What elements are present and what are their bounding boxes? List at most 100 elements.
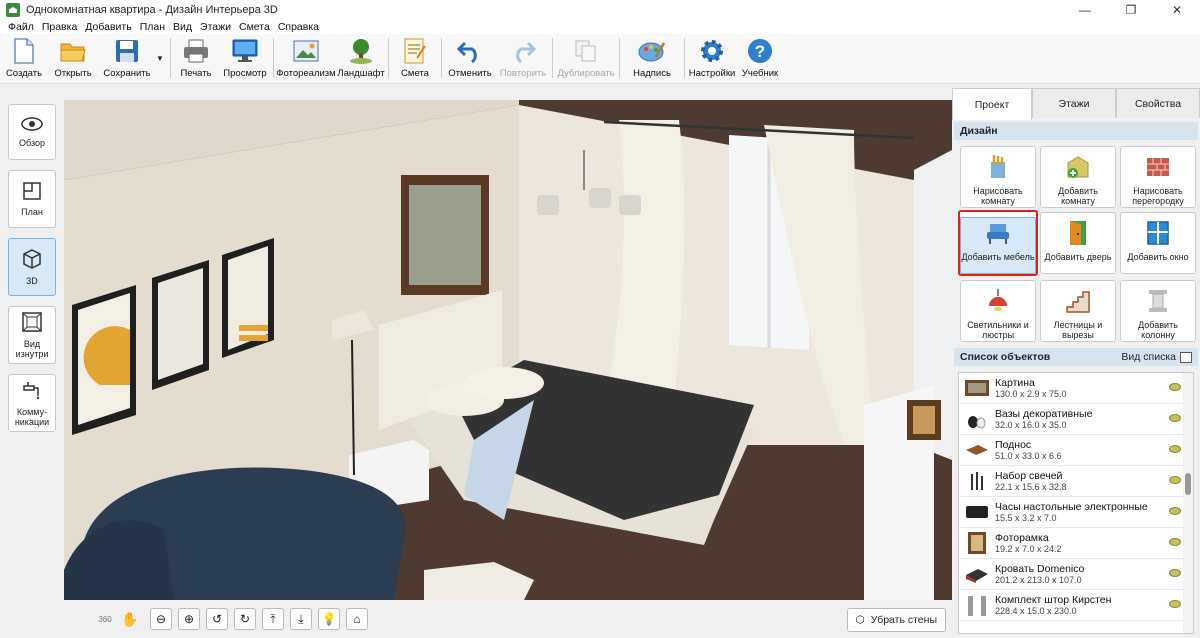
door-icon [1065,220,1091,249]
menu-add[interactable]: Добавить [81,21,135,33]
tab-properties[interactable]: Свойства [1116,88,1200,118]
visibility-eye-icon[interactable] [1169,538,1181,546]
list-item[interactable]: Поднос 51.0 x 33.0 x 6.6 [959,435,1183,466]
minimize-button[interactable]: — [1062,0,1108,20]
visibility-eye-icon[interactable] [1169,600,1181,608]
vases-thumbnail-icon [965,408,989,430]
home-view-button[interactable]: ⌂ [346,608,368,630]
lighting-button[interactable]: 💡 [318,608,340,630]
list-item[interactable]: Часы настольные электронные 15.5 x 3.2 x … [959,497,1183,528]
menu-plan[interactable]: План [136,21,169,33]
estimate-button[interactable]: Смета [391,34,439,82]
tutorial-button[interactable]: ? Учебник [737,34,783,82]
menu-estimate[interactable]: Смета [235,21,274,33]
tab-project[interactable]: Проект [952,88,1032,120]
close-button[interactable]: ✕ [1154,0,1200,20]
rotate-360-icon[interactable]: 360 [92,615,118,624]
rotate-left-button[interactable]: ↺ [206,608,228,630]
toolbar-separator [388,38,389,78]
zoom-out-button[interactable]: ⊖ [150,608,172,630]
room-interior-icon [22,311,42,335]
save-dropdown-icon[interactable]: ▼ [156,34,168,63]
add-room-tile[interactable]: Добавить комнату [1040,146,1116,208]
draw-partition-tile[interactable]: Нарисовать перегородку [1120,146,1196,208]
visibility-eye-icon[interactable] [1169,445,1181,453]
menu-help[interactable]: Справка [274,21,323,33]
plan-button[interactable]: План [8,170,56,228]
3d-view-button[interactable]: 3D [8,238,56,296]
overview-button[interactable]: Обзор [8,104,56,160]
pillow-2 [464,367,544,399]
pan-hand-icon[interactable]: ✋ [118,611,142,628]
maximize-button[interactable]: ❐ [1108,0,1154,20]
scrollbar-thumb[interactable] [1185,473,1191,495]
monitor-icon [231,37,259,65]
add-window-tile[interactable]: Добавить окно [1120,212,1196,274]
preview-button[interactable]: Просмотр [219,34,271,82]
window-icon [1145,220,1171,249]
settings-button[interactable]: Настройки [687,34,737,82]
inside-view-button[interactable]: Вид изнутри [8,306,56,364]
add-furniture-tile[interactable]: Добавить мебель [958,210,1038,276]
paint-palette-icon [638,37,666,65]
menu-edit[interactable]: Правка [38,21,81,33]
caption-button[interactable]: Надпись [622,34,682,82]
menu-file[interactable]: Файл [4,21,38,33]
print-button[interactable]: Печать [173,34,219,82]
save-button[interactable]: Сохранить [98,34,156,82]
stairs-tile[interactable]: Лестницы и вырезы [1040,280,1116,342]
landscape-button[interactable]: Ландшафт [336,34,386,82]
main-toolbar: Создать Открыть Сохранить ▼ Печать Просм… [0,34,1200,84]
undo-button[interactable]: Отменить [444,34,496,82]
3d-viewport[interactable] [64,100,952,600]
zoom-in-button[interactable]: ⊕ [178,608,200,630]
draw-room-tile[interactable]: Нарисовать комнату [960,146,1036,208]
tray-thumbnail-icon [965,439,989,461]
visibility-eye-icon[interactable] [1169,507,1181,515]
visibility-eye-icon[interactable] [1169,569,1181,577]
list-item[interactable]: Набор свечей 22.1 x 15.6 x 32.8 [959,466,1183,497]
toolbar-separator [273,38,274,78]
list-item[interactable]: Картина 130.0 x 2.9 x 75.0 [959,373,1183,404]
utilities-button[interactable]: Комму-никации [8,374,56,432]
undo-icon [456,37,484,65]
open-button[interactable]: Открыть [48,34,98,82]
app-logo-icon [6,3,20,17]
painting-thumbnail-icon [965,377,989,399]
zoom-out-icon: ⊖ [155,612,167,626]
lights-tile[interactable]: Светильники и люстры [960,280,1036,342]
object-list-scrollbar[interactable] [1183,373,1193,633]
add-column-tile[interactable]: Добавить колонну [1120,280,1196,342]
visibility-eye-icon[interactable] [1169,476,1181,484]
column-icon [1145,288,1171,317]
add-door-tile[interactable]: Добавить дверь [1040,212,1116,274]
menu-floors[interactable]: Этажи [196,21,235,33]
photorealism-button[interactable]: Фотореализм [276,34,336,82]
floor-plan-icon [23,181,41,203]
tilt-up-button[interactable]: ⤒ [262,608,284,630]
duplicate-icon [572,37,600,65]
tilt-up-icon: ⤒ [270,611,276,626]
visibility-eye-icon[interactable] [1169,383,1181,391]
title-bar: Однокомнатная квартира - Дизайн Интерьер… [0,0,1200,20]
rotate-right-button[interactable]: ↻ [234,608,256,630]
list-item[interactable]: Вазы декоративные 32.0 x 16.0 x 35.0 [959,404,1183,435]
list-item[interactable]: Комплект штор Кирстен 228.4 x 15.0 x 230.… [959,590,1183,621]
list-item[interactable]: Кровать Domenico 201.2 x 213.0 x 107.0 [959,559,1183,590]
visibility-eye-icon[interactable] [1169,414,1181,422]
duplicate-button[interactable]: Дублировать [555,34,617,82]
tilt-down-button[interactable]: ⤓ [290,608,312,630]
list-view-toggle[interactable]: Вид списка [1121,351,1192,363]
list-item[interactable]: Фоторамка 19.2 x 7.0 x 24.2 [959,528,1183,559]
redo-button[interactable]: Повторить [496,34,550,82]
zoom-in-icon: ⊕ [183,612,195,626]
remove-walls-button[interactable]: ⬡ Убрать стены [846,608,946,632]
objects-section-header: Список объектов Вид списка [954,348,1198,366]
viewport-navigation-bar: 360 ✋ ⊖ ⊕ ↺ ↻ ⤒ ⤓ 💡 ⌂ ⬡ Убрать стены [64,600,952,638]
menu-view[interactable]: Вид [169,21,196,33]
tab-floors[interactable]: Этажи [1032,88,1116,118]
picture-icon [292,37,320,65]
rotate-left-icon: ↺ [211,612,223,626]
create-button[interactable]: Создать [0,34,48,82]
help-question-icon: ? [746,37,774,65]
